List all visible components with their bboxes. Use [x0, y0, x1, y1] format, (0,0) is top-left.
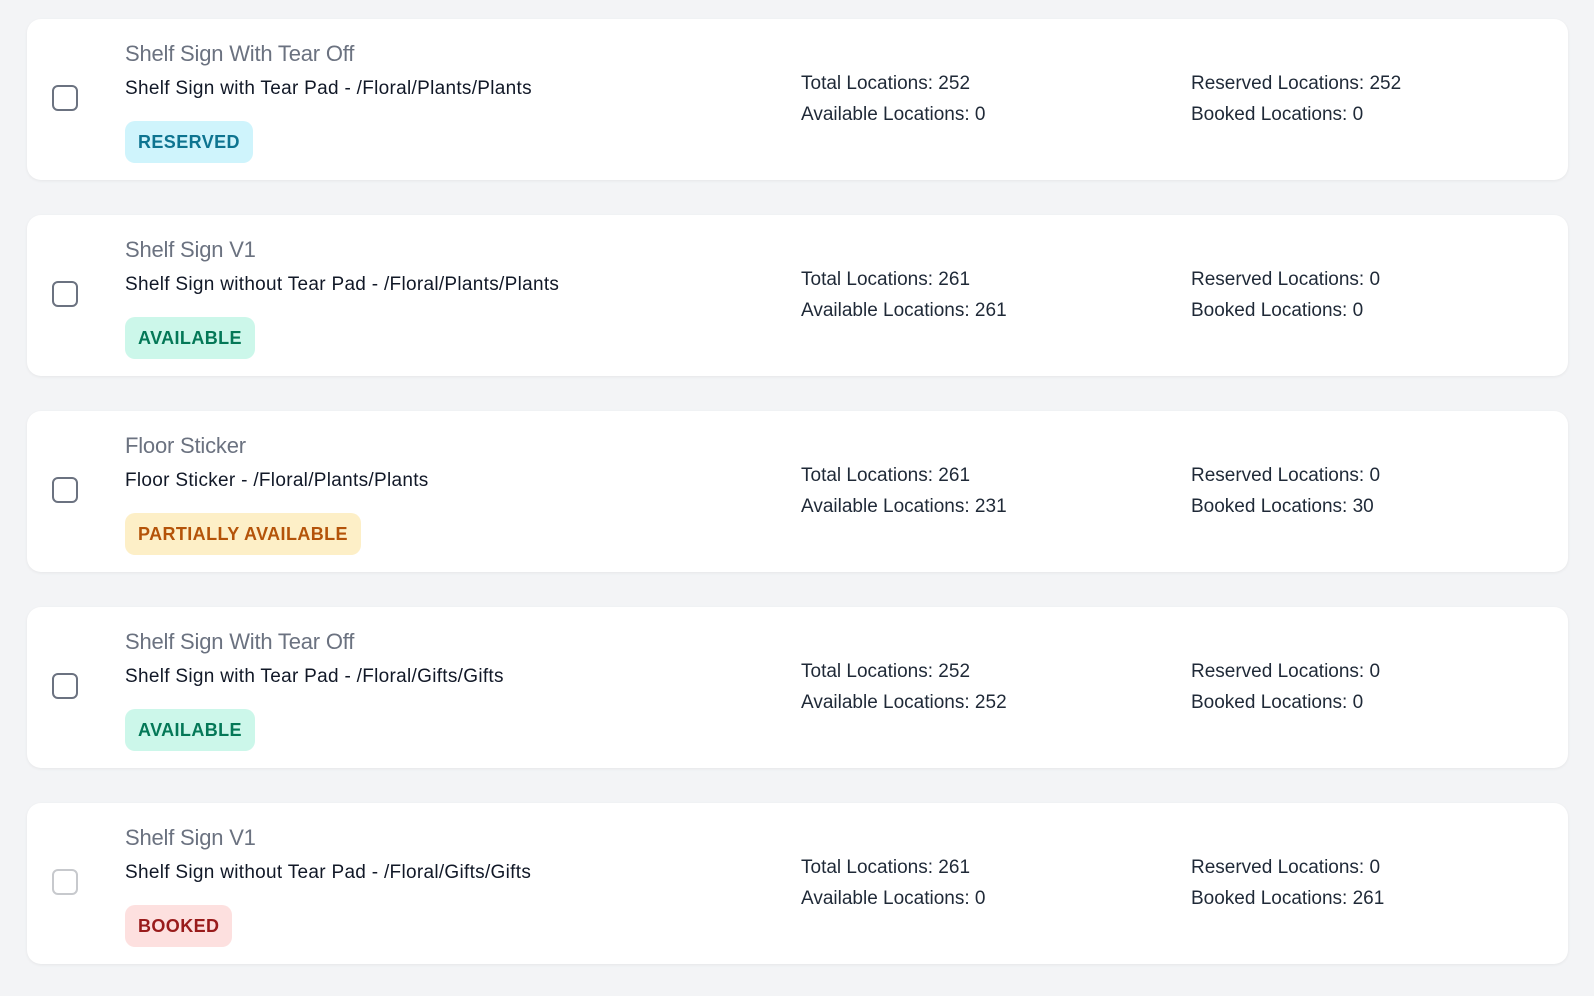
booked-locations: Booked Locations: 261 — [1191, 888, 1385, 909]
available-locations: Available Locations: 231 — [801, 496, 1007, 517]
status-badge: PARTIALLY AVAILABLE — [125, 513, 361, 555]
select-checkbox[interactable] — [52, 85, 78, 111]
total-locations: Total Locations: 252 — [801, 73, 971, 94]
total-locations: Total Locations: 261 — [801, 465, 971, 486]
inventory-list: Shelf Sign With Tear Off Shelf Sign with… — [0, 0, 1594, 996]
item-description: Shelf Sign with Tear Pad - /Floral/Plant… — [125, 78, 532, 99]
reserved-locations: Reserved Locations: 0 — [1191, 269, 1381, 290]
item-description: Shelf Sign without Tear Pad - /Floral/Gi… — [125, 862, 532, 883]
inventory-card: Shelf Sign V1 Shelf Sign without Tear Pa… — [27, 803, 1568, 964]
available-locations: Available Locations: 0 — [801, 104, 986, 125]
select-checkbox[interactable] — [52, 673, 78, 699]
item-title: Shelf Sign With Tear Off — [125, 41, 355, 66]
item-title: Floor Sticker — [125, 433, 246, 458]
booked-locations: Booked Locations: 0 — [1191, 300, 1364, 321]
booked-locations: Booked Locations: 0 — [1191, 104, 1364, 125]
select-checkbox[interactable] — [52, 477, 78, 503]
total-locations: Total Locations: 261 — [801, 269, 971, 290]
status-badge: AVAILABLE — [125, 709, 255, 751]
available-locations: Available Locations: 0 — [801, 888, 986, 909]
total-locations: Total Locations: 252 — [801, 661, 971, 682]
reserved-locations: Reserved Locations: 0 — [1191, 465, 1381, 486]
reserved-locations: Reserved Locations: 0 — [1191, 661, 1381, 682]
item-description: Shelf Sign without Tear Pad - /Floral/Pl… — [125, 274, 560, 295]
inventory-card: Shelf Sign With Tear Off Shelf Sign with… — [27, 607, 1568, 768]
status-badge: AVAILABLE — [125, 317, 255, 359]
available-locations: Available Locations: 252 — [801, 692, 1007, 713]
item-title: Shelf Sign V1 — [125, 237, 256, 262]
select-checkbox[interactable] — [52, 281, 78, 307]
reserved-locations: Reserved Locations: 0 — [1191, 857, 1381, 878]
inventory-card: Floor Sticker Floor Sticker - /Floral/Pl… — [27, 411, 1568, 572]
inventory-card: Shelf Sign V1 Shelf Sign without Tear Pa… — [27, 215, 1568, 376]
select-checkbox — [52, 869, 78, 895]
status-badge: BOOKED — [125, 905, 233, 947]
item-description: Floor Sticker - /Floral/Plants/Plants — [125, 470, 429, 491]
item-title: Shelf Sign V1 — [125, 825, 256, 850]
booked-locations: Booked Locations: 0 — [1191, 692, 1364, 713]
status-badge: RESERVED — [125, 121, 253, 163]
total-locations: Total Locations: 261 — [801, 857, 971, 878]
booked-locations: Booked Locations: 30 — [1191, 496, 1374, 517]
available-locations: Available Locations: 261 — [801, 300, 1007, 321]
inventory-card: Shelf Sign With Tear Off Shelf Sign with… — [27, 19, 1568, 180]
item-title: Shelf Sign With Tear Off — [125, 629, 355, 654]
reserved-locations: Reserved Locations: 252 — [1191, 73, 1402, 94]
item-description: Shelf Sign with Tear Pad - /Floral/Gifts… — [125, 666, 504, 687]
